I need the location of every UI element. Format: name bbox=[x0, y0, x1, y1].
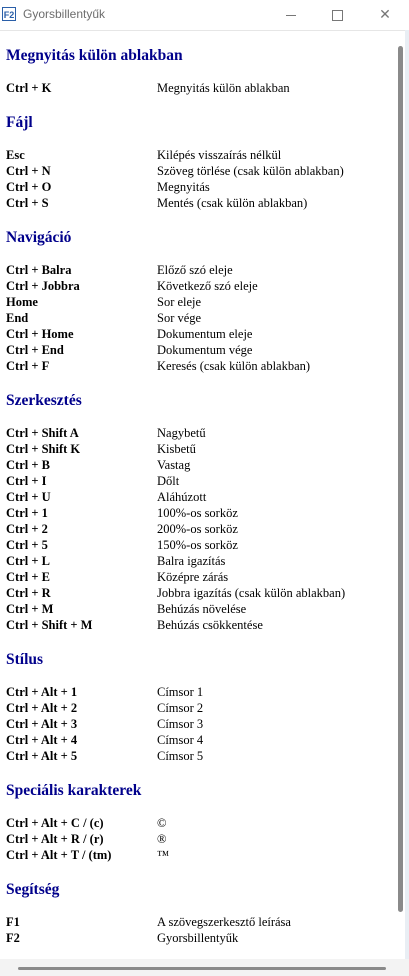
minimize-button[interactable] bbox=[268, 0, 314, 30]
close-icon: ✕ bbox=[379, 7, 391, 23]
section-title: Segítség bbox=[6, 881, 60, 898]
shortcut-key: Ctrl + N bbox=[6, 164, 51, 178]
shortcut-key: F1 bbox=[6, 915, 20, 929]
shortcut-description: Középre zárás bbox=[157, 570, 229, 584]
shortcut-description: Vastag bbox=[157, 458, 191, 472]
shortcut-description: Gyorsbillentyűk bbox=[157, 931, 239, 945]
shortcut-description: ™ bbox=[157, 848, 170, 862]
shortcut-key: Ctrl + Alt + 3 bbox=[6, 717, 78, 731]
horizontal-scrollbar[interactable] bbox=[18, 967, 386, 970]
shortcut-description: Keresés (csak külön ablakban) bbox=[157, 359, 311, 373]
shortcut-description: A szövegszerkesztő leírása bbox=[157, 915, 291, 929]
shortcut-key: Ctrl + Shift + M bbox=[6, 618, 93, 632]
shortcut-key: Ctrl + Shift A bbox=[6, 426, 79, 440]
shortcut-key: Ctrl + Balra bbox=[6, 263, 72, 277]
window-edge bbox=[405, 30, 409, 959]
shortcut-key: Ctrl + L bbox=[6, 554, 50, 568]
shortcut-key: Ctrl + Alt + C / (c) bbox=[6, 816, 104, 830]
shortcut-description: Címsor 3 bbox=[157, 717, 204, 731]
shortcut-key: Ctrl + Alt + R / (r) bbox=[6, 832, 104, 846]
shortcut-description: Következő szó eleje bbox=[157, 279, 258, 293]
maximize-icon bbox=[331, 9, 343, 21]
shortcut-description: Címsor 5 bbox=[157, 749, 204, 763]
shortcut-key: Ctrl + M bbox=[6, 602, 54, 616]
title-bar: F2 Gyorsbillentyűk ✕ bbox=[0, 0, 409, 31]
shortcut-description: Címsor 1 bbox=[157, 685, 204, 699]
shortcut-description: 150%-os sorköz bbox=[157, 538, 238, 552]
section-title: Navigáció bbox=[6, 229, 72, 246]
shortcut-description: Dokumentum vége bbox=[157, 343, 253, 357]
shortcut-description: 100%-os sorköz bbox=[157, 506, 238, 520]
shortcut-key: Home bbox=[6, 295, 38, 309]
shortcut-description: ® bbox=[157, 832, 167, 846]
shortcut-description: Előző szó eleje bbox=[157, 263, 233, 277]
shortcut-description: Sor eleje bbox=[157, 295, 202, 309]
shortcut-key: Ctrl + 2 bbox=[6, 522, 48, 536]
shortcut-key: End bbox=[6, 311, 29, 325]
shortcut-key: Ctrl + Alt + T / (tm) bbox=[6, 848, 112, 862]
shortcut-key: Ctrl + I bbox=[6, 474, 47, 488]
shortcut-key: Ctrl + S bbox=[6, 196, 49, 210]
shortcut-description: Kilépés visszaírás nélkül bbox=[157, 148, 282, 162]
shortcut-key: F2 bbox=[6, 931, 20, 945]
shortcut-description: Jobbra igazítás (csak külön ablakban) bbox=[157, 586, 346, 600]
shortcut-key: Ctrl + Jobbra bbox=[6, 279, 80, 293]
shortcut-description: 200%-os sorköz bbox=[157, 522, 238, 536]
shortcut-description: © bbox=[157, 816, 167, 830]
app-icon: F2 bbox=[2, 7, 16, 21]
shortcut-key: Ctrl + End bbox=[6, 343, 64, 357]
shortcut-key: Esc bbox=[6, 148, 25, 162]
shortcut-key: Ctrl + 1 bbox=[6, 506, 48, 520]
shortcut-description: Behúzás csökkentése bbox=[157, 618, 263, 632]
shortcut-key: Ctrl + Alt + 2 bbox=[6, 701, 78, 715]
shortcut-description: Dőlt bbox=[157, 474, 180, 488]
shortcut-description: Címsor 2 bbox=[157, 701, 204, 715]
shortcut-key: Ctrl + Shift K bbox=[6, 442, 81, 456]
vertical-scrollbar[interactable] bbox=[398, 46, 403, 912]
shortcut-key: Ctrl + Alt + 1 bbox=[6, 685, 78, 699]
section-title: Fájl bbox=[6, 114, 33, 131]
shortcut-key: Ctrl + Home bbox=[6, 327, 74, 341]
section-title: Megnyitás külön ablakban bbox=[6, 47, 183, 64]
window-title: Gyorsbillentyűk bbox=[23, 7, 106, 21]
shortcut-description: Sor vége bbox=[157, 311, 202, 325]
shortcut-description: Megnyitás külön ablakban bbox=[157, 81, 290, 95]
shortcut-key: Ctrl + B bbox=[6, 458, 50, 472]
minimize-icon bbox=[286, 14, 296, 16]
shortcut-description: Balra igazítás bbox=[157, 554, 226, 568]
shortcut-key: Ctrl + 5 bbox=[6, 538, 48, 552]
shortcut-description: Dokumentum eleje bbox=[157, 327, 253, 341]
shortcut-description: Címsor 4 bbox=[157, 733, 204, 747]
shortcut-key: Ctrl + K bbox=[6, 81, 52, 95]
shortcut-list: Megnyitás külön ablakban Ctrl + K Megnyitá… bbox=[0, 31, 397, 959]
maximize-button[interactable] bbox=[314, 0, 360, 30]
shortcut-key: Ctrl + O bbox=[6, 180, 52, 194]
shortcut-key: Ctrl + Alt + 4 bbox=[6, 733, 78, 747]
shortcut-description: Szöveg törlése (csak külön ablakban) bbox=[157, 164, 344, 178]
section-title: Stílus bbox=[6, 651, 44, 668]
shortcut-description: Nagybetű bbox=[157, 426, 206, 440]
shortcut-key: Ctrl + U bbox=[6, 490, 51, 504]
shortcut-key: Ctrl + E bbox=[6, 570, 50, 584]
shortcut-description: Mentés (csak külön ablakban) bbox=[157, 196, 308, 210]
section-title: Speciális karakterek bbox=[6, 782, 142, 799]
shortcut-description: Behúzás növelése bbox=[157, 602, 247, 616]
close-button[interactable]: ✕ bbox=[362, 0, 408, 30]
shortcut-key: Ctrl + R bbox=[6, 586, 51, 600]
shortcut-key: Ctrl + Alt + 5 bbox=[6, 749, 78, 763]
shortcut-description: Megnyitás bbox=[157, 180, 210, 194]
shortcut-description: Kisbetű bbox=[157, 442, 196, 456]
shortcut-description: Aláhúzott bbox=[157, 490, 207, 504]
section-title: Szerkesztés bbox=[6, 392, 82, 409]
shortcut-key: Ctrl + F bbox=[6, 359, 50, 373]
